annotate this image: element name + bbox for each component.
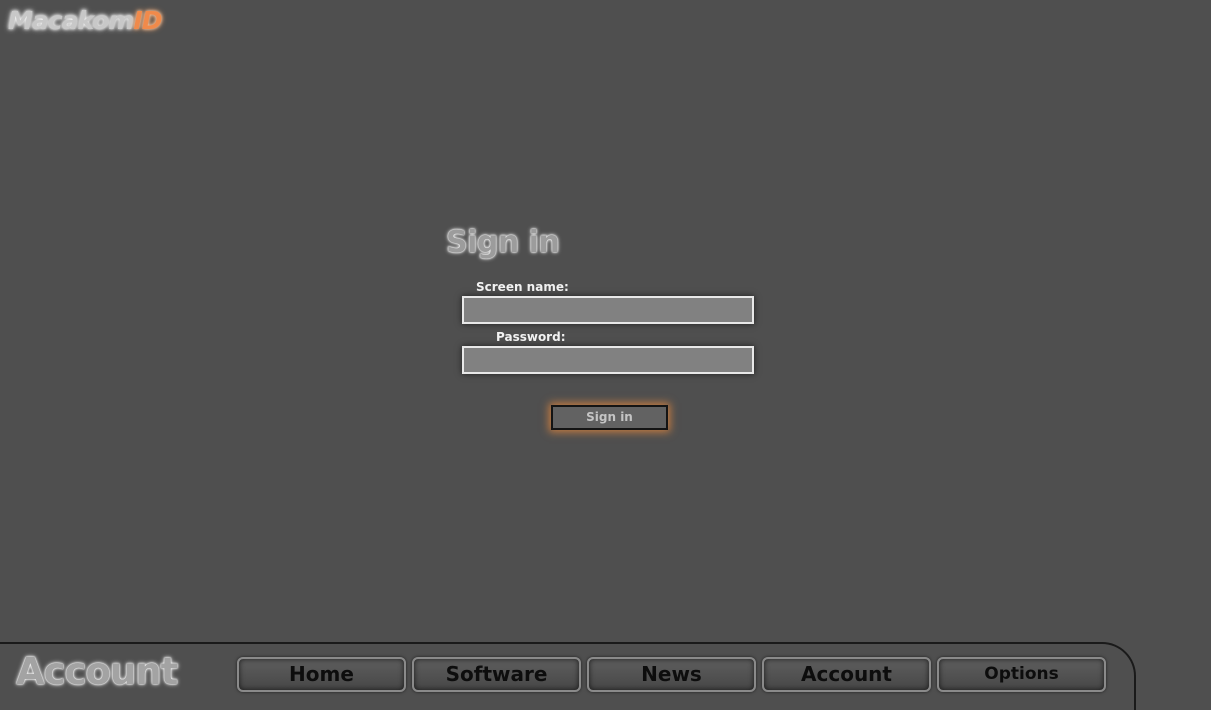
nav-tab-account[interactable]: Account xyxy=(762,657,931,692)
screen-name-label: Screen name: xyxy=(476,280,569,294)
page: MacakomID Sign in Screen name: Password:… xyxy=(0,0,1211,710)
signin-button[interactable]: Sign in xyxy=(551,405,668,430)
nav-tab-home[interactable]: Home xyxy=(237,657,406,692)
nav-tab-software[interactable]: Software xyxy=(412,657,581,692)
logo-accent-text: ID xyxy=(133,6,162,35)
section-title: Account xyxy=(16,650,178,693)
nav-tab-options[interactable]: Options xyxy=(937,657,1106,692)
bottom-nav: Home Software News Account Options xyxy=(237,657,1106,692)
logo-main-text: Macakom xyxy=(8,6,134,35)
signin-heading: Sign in xyxy=(446,225,560,260)
password-input[interactable] xyxy=(462,346,754,374)
password-label: Password: xyxy=(496,330,566,344)
nav-tab-news[interactable]: News xyxy=(587,657,756,692)
screen-name-input[interactable] xyxy=(462,296,754,324)
macakom-id-logo[interactable]: MacakomID xyxy=(8,6,162,35)
